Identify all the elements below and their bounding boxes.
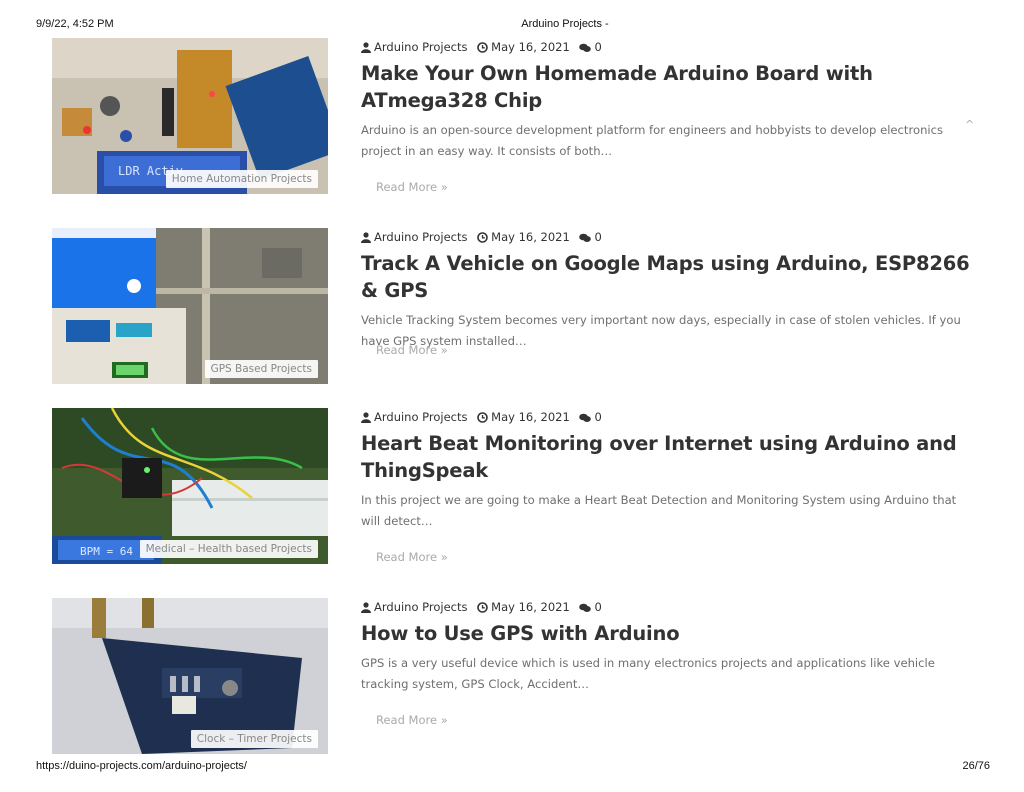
post-thumbnail[interactable]: LDR Activ Home Automation Projects [52, 38, 328, 194]
post-title[interactable]: How to Use GPS with Arduino [361, 620, 976, 647]
post-meta: Arduino Projects May 16, 2021 0 [361, 38, 976, 56]
comments-icon [579, 233, 592, 242]
print-header: 9/9/22, 4:52 PM Arduino Projects - [0, 18, 1024, 32]
date-text: May 16, 2021 [491, 410, 570, 424]
read-more-link[interactable]: Read More » [376, 180, 448, 194]
author-link[interactable]: Arduino Projects [361, 408, 468, 426]
category-tag[interactable]: Home Automation Projects [165, 170, 318, 188]
post-title[interactable]: Make Your Own Homemade Arduino Board wit… [361, 60, 976, 114]
post-date: May 16, 2021 [477, 38, 570, 56]
print-page-count: 26/76 [962, 760, 990, 772]
author-link[interactable]: Arduino Projects [361, 38, 468, 56]
post-date: May 16, 2021 [477, 228, 570, 246]
post-excerpt: Arduino is an open-source development pl… [361, 123, 944, 158]
read-more-link[interactable]: Read More » [376, 713, 448, 727]
post-content: Arduino Projects May 16, 2021 0 Track A … [361, 228, 976, 352]
post-excerpt: In this project we are going to make a H… [361, 493, 957, 528]
comments-icon [579, 603, 592, 612]
post-meta: Arduino Projects May 16, 2021 0 [361, 228, 976, 246]
post-thumbnail[interactable]: BPM = 64 Medical – Health based Projects [52, 408, 328, 564]
post-content: Arduino Projects May 16, 2021 0 How to U… [361, 598, 976, 695]
clock-icon [477, 42, 488, 53]
comments-link[interactable]: 0 [579, 38, 602, 56]
post-date: May 16, 2021 [477, 598, 570, 616]
comments-link[interactable]: 0 [579, 408, 602, 426]
read-more-link[interactable]: Read More » [376, 550, 448, 564]
author-name: Arduino Projects [374, 410, 468, 424]
chevron-up-icon[interactable]: ^ [965, 118, 974, 131]
comments-link[interactable]: 0 [579, 598, 602, 616]
post-excerpt: GPS is a very useful device which is use… [361, 656, 935, 691]
post-meta: Arduino Projects May 16, 2021 0 [361, 598, 976, 616]
date-text: May 16, 2021 [491, 230, 570, 244]
user-icon [361, 412, 371, 423]
user-icon [361, 602, 371, 613]
clock-icon [477, 602, 488, 613]
post-title[interactable]: Heart Beat Monitoring over Internet usin… [361, 430, 976, 484]
post-thumbnail[interactable]: Clock – Timer Projects [52, 598, 328, 754]
post-meta: Arduino Projects May 16, 2021 0 [361, 408, 976, 426]
post-thumbnail[interactable]: GPS Based Projects [52, 228, 328, 384]
author-link[interactable]: Arduino Projects [361, 598, 468, 616]
comments-link[interactable]: 0 [579, 228, 602, 246]
user-icon [361, 42, 371, 53]
post-content: Arduino Projects May 16, 2021 0 Heart Be… [361, 408, 976, 532]
user-icon [361, 232, 371, 243]
comments-count: 0 [594, 230, 602, 244]
print-page-title: Arduino Projects - [521, 18, 609, 30]
print-footer: https://duino-projects.com/arduino-proje… [0, 760, 1024, 774]
read-more-link[interactable]: Read More » [376, 343, 448, 357]
comments-count: 0 [594, 40, 602, 54]
comments-icon [579, 413, 592, 422]
category-tag[interactable]: GPS Based Projects [204, 360, 318, 378]
category-tag[interactable]: Clock – Timer Projects [190, 730, 318, 748]
author-link[interactable]: Arduino Projects [361, 228, 468, 246]
date-text: May 16, 2021 [491, 40, 570, 54]
author-name: Arduino Projects [374, 600, 468, 614]
comments-icon [579, 43, 592, 52]
clock-icon [477, 232, 488, 243]
post-excerpt: Vehicle Tracking System becomes very imp… [361, 313, 961, 348]
author-name: Arduino Projects [374, 230, 468, 244]
print-url: https://duino-projects.com/arduino-proje… [36, 760, 247, 772]
comments-count: 0 [594, 410, 602, 424]
post-date: May 16, 2021 [477, 408, 570, 426]
category-tag[interactable]: Medical – Health based Projects [139, 540, 318, 558]
lcd-text: BPM = 64 [80, 545, 133, 558]
clock-icon [477, 412, 488, 423]
author-name: Arduino Projects [374, 40, 468, 54]
post-title[interactable]: Track A Vehicle on Google Maps using Ard… [361, 250, 976, 304]
post-content: Arduino Projects May 16, 2021 0 Make You… [361, 38, 976, 162]
date-text: May 16, 2021 [491, 600, 570, 614]
comments-count: 0 [594, 600, 602, 614]
